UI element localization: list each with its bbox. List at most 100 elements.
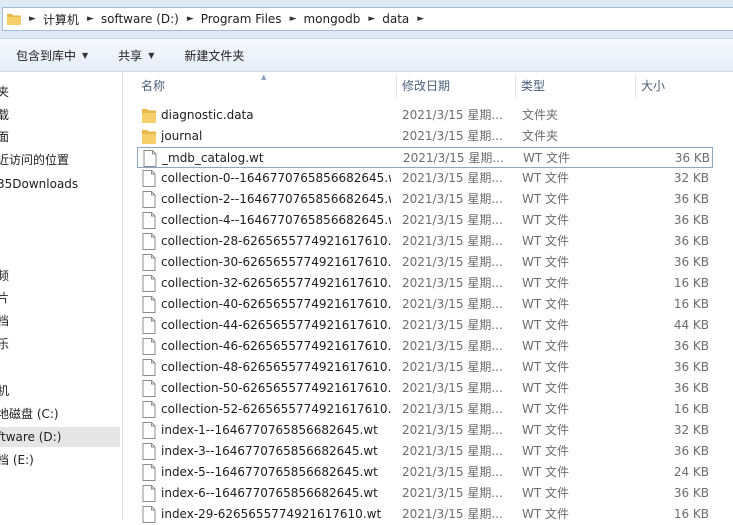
file-name: collection-0--1646770765856682645.wt [161,171,391,185]
file-icon [142,212,156,229]
file-row[interactable]: collection-2--1646770765856682645.wt 2021… [137,189,713,210]
file-modified-date: 2021/3/15 星期... [402,339,503,353]
file-row[interactable]: index-1--1646770765856682645.wt 2021/3/15… [137,420,713,441]
file-modified-date: 2021/3/15 星期... [403,151,504,165]
caret-down-icon: ▼ [82,50,89,60]
file-icon [142,485,156,502]
file-size: 36 KB [673,255,709,269]
nav-item-favorites[interactable]: 夹 [0,82,9,102]
chevron-right-icon[interactable]: ► [29,14,36,24]
file-icon [143,150,157,167]
nav-item-computer[interactable]: 机 [0,381,9,401]
nav-item-downloads[interactable]: 载 [0,105,9,125]
file-row[interactable]: collection-32-6265655774921617610.... 202… [137,273,713,294]
file-type: WT 文件 [522,486,570,500]
file-row[interactable]: index-29-6265655774921617610.wt 2021/3/15… [137,504,713,525]
file-modified-date: 2021/3/15 星期... [402,360,503,374]
file-row[interactable]: collection-44-6265655774921617610.... 202… [137,315,713,336]
file-type: WT 文件 [523,151,571,165]
file-name: index-1--1646770765856682645.wt [161,423,378,437]
file-size: 16 KB [673,276,709,290]
file-name: collection-44-6265655774921617610.... [161,318,391,332]
column-header-date[interactable]: 修改日期 [402,72,450,100]
file-size: 36 KB [673,234,709,248]
chevron-right-icon[interactable]: ► [290,14,297,24]
file-modified-date: 2021/3/15 星期... [402,507,503,521]
chevron-right-icon[interactable]: ► [417,14,424,24]
file-name: journal [161,129,203,143]
file-row[interactable]: collection-30-6265655774921617610.... 202… [137,252,713,273]
chevron-right-icon[interactable]: ► [187,14,194,24]
file-row[interactable]: collection-46-6265655774921617610.... 202… [137,336,713,357]
include-in-library-button[interactable]: 包含到库中 ▼ [16,47,88,64]
file-type: WT 文件 [522,297,570,311]
chevron-right-icon[interactable]: ► [87,14,94,24]
column-divider[interactable] [515,74,516,98]
nav-item-desktop[interactable]: 面 [0,127,9,147]
column-divider[interactable] [635,74,636,98]
file-row[interactable]: index-6--1646770765856682645.wt 2021/3/15… [137,483,713,504]
file-row[interactable]: _mdb_catalog.wt 2021/3/15 星期... WT 文件 36 KB [137,147,713,168]
file-row[interactable]: collection-0--1646770765856682645.wt 2021… [137,168,713,189]
column-header-type[interactable]: 类型 [521,72,545,100]
nav-item-documents[interactable]: 档 [0,311,9,331]
file-modified-date: 2021/3/15 星期... [402,402,503,416]
nav-item-software-d-label: ftware (D:) [0,430,62,444]
chevron-right-icon[interactable]: ► [368,14,375,24]
file-name: _mdb_catalog.wt [162,151,264,165]
column-header-name[interactable]: 名称 [141,72,165,100]
nav-item-local-disk-c[interactable]: 地磁盘 (C:) [0,404,59,424]
file-size: 24 KB [673,465,709,479]
file-row[interactable]: journal 2021/3/15 星期... 文件夹 [137,126,713,147]
breadcrumb-software-drive[interactable]: software (D:) [101,12,179,26]
file-row[interactable]: collection-52-6265655774921617610.... 202… [137,399,713,420]
file-size: 16 KB [673,507,709,521]
include-in-library-label: 包含到库中 [16,48,77,63]
column-divider[interactable] [396,74,397,98]
file-row[interactable]: collection-4--1646770765856682645.wt 2021… [137,210,713,231]
file-row[interactable]: collection-50-6265655774921617610.... 202… [137,378,713,399]
file-type: WT 文件 [522,339,570,353]
file-modified-date: 2021/3/15 星期... [402,234,503,248]
file-icon [142,317,156,334]
column-header-size[interactable]: 大小 [641,72,665,100]
share-button[interactable]: 共享 ▼ [118,47,154,64]
file-icon [142,380,156,397]
file-size [617,126,709,147]
folder-icon [142,109,156,123]
file-size: 36 KB [673,381,709,395]
nav-item-downloads-folder[interactable]: 35Downloads [0,174,78,194]
pane-splitter[interactable] [122,72,123,520]
file-size: 16 KB [673,402,709,416]
file-row[interactable]: collection-28-6265655774921617610.... 202… [137,231,713,252]
nav-item-recent-places[interactable]: 近访问的位置 [0,150,69,170]
breadcrumb-mongodb[interactable]: mongodb [303,12,360,26]
file-row[interactable]: collection-40-6265655774921617610.... 202… [137,294,713,315]
file-modified-date: 2021/3/15 星期... [402,108,503,122]
breadcrumb-data[interactable]: data [382,12,409,26]
file-row[interactable]: collection-48-6265655774921617610.... 202… [137,357,713,378]
file-modified-date: 2021/3/15 星期... [402,465,503,479]
new-folder-button[interactable]: 新建文件夹 [184,47,244,64]
nav-item-pictures[interactable]: 片 [0,288,9,308]
breadcrumb-program-files[interactable]: Program Files [201,12,282,26]
file-name: collection-30-6265655774921617610.... [161,255,391,269]
nav-item-music[interactable]: 乐 [0,334,9,354]
file-type: WT 文件 [522,318,570,332]
file-modified-date: 2021/3/15 星期... [402,192,503,206]
file-type: WT 文件 [522,276,570,290]
file-type: WT 文件 [522,192,570,206]
nav-item-documents-e[interactable]: 档 (E:) [0,450,34,470]
file-type: WT 文件 [522,360,570,374]
file-name: index-6--1646770765856682645.wt [161,486,378,500]
nav-item-videos[interactable]: 频 [0,266,9,286]
file-type: WT 文件 [522,171,570,185]
file-name: index-5--1646770765856682645.wt [161,465,378,479]
nav-item-software-d[interactable]: ftware (D:) [0,427,120,447]
folder-icon [7,14,21,25]
file-row[interactable]: index-5--1646770765856682645.wt 2021/3/15… [137,462,713,483]
file-row[interactable]: diagnostic.data 2021/3/15 星期... 文件夹 [137,105,713,126]
address-field[interactable]: ► 计算机 ► software (D:) ► Program Files ► … [2,7,733,31]
breadcrumb-computer[interactable]: 计算机 [43,11,79,28]
file-row[interactable]: index-3--1646770765856682645.wt 2021/3/15… [137,441,713,462]
